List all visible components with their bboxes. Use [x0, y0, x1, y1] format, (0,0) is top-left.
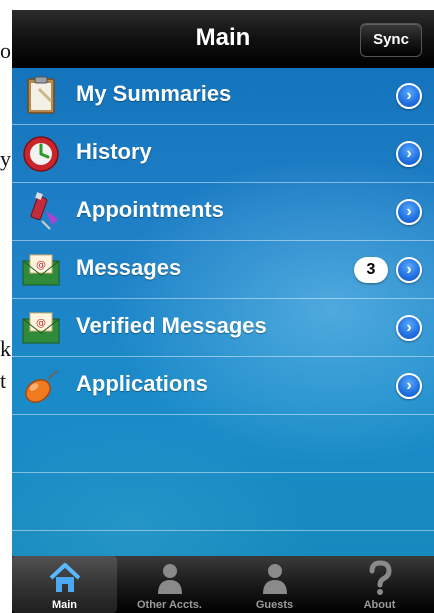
question-icon	[369, 560, 392, 595]
tab-about[interactable]: About	[327, 556, 432, 613]
background-text-char: o	[0, 38, 11, 63]
clock-icon	[23, 136, 59, 172]
background-text-char: k	[0, 336, 11, 361]
tab-bar: Main Other Accts. Guests About	[12, 556, 434, 613]
tab-label: Guests	[255, 599, 294, 611]
empty-row	[12, 473, 434, 531]
chevron-right-icon[interactable]: ›	[396, 199, 422, 225]
menu-item-history[interactable]: History ›	[12, 125, 434, 183]
tab-guests[interactable]: Guests	[222, 556, 327, 613]
tab-other-accounts[interactable]: Other Accts.	[117, 556, 222, 613]
menu-item-applications[interactable]: Applications ›	[12, 357, 434, 415]
menu-item-label: Applications	[76, 371, 209, 396]
main-menu-list: My Summaries › History › Appointments ›	[12, 67, 434, 531]
menu-item-label: Messages	[76, 255, 182, 280]
chevron-right-icon[interactable]: ›	[396, 373, 422, 399]
tab-label: Other Accts.	[136, 599, 202, 611]
envelope-icon: @	[22, 312, 60, 344]
menu-item-my-summaries[interactable]: My Summaries ›	[12, 67, 434, 125]
mouse-icon	[25, 370, 59, 403]
background-text-char: t	[0, 368, 7, 393]
person-icon	[263, 564, 287, 594]
menu-item-appointments[interactable]: Appointments ›	[12, 183, 434, 241]
unread-count-badge: 3	[354, 257, 388, 283]
chevron-right-icon[interactable]: ›	[396, 257, 422, 283]
navigation-bar: Main Sync	[12, 10, 434, 68]
app-screen: Main Sync My Summaries › History › Appoi…	[12, 10, 434, 613]
chevron-right-icon[interactable]: ›	[396, 83, 422, 109]
empty-row	[12, 415, 434, 473]
menu-item-messages[interactable]: @ Messages 3 ›	[12, 241, 434, 299]
tab-label: About	[363, 599, 396, 611]
syringe-icon	[30, 192, 58, 230]
menu-item-label: History	[76, 139, 152, 164]
menu-item-label: Appointments	[76, 197, 224, 222]
home-icon	[49, 563, 81, 592]
chevron-right-icon[interactable]: ›	[396, 141, 422, 167]
envelope-icon: @	[22, 254, 60, 286]
svg-text:@: @	[36, 318, 46, 329]
tab-label: Main	[51, 599, 78, 611]
sync-button[interactable]: Sync	[360, 23, 422, 57]
clipboard-icon	[27, 76, 55, 114]
person-icon	[158, 564, 182, 594]
chevron-right-icon[interactable]: ›	[396, 315, 422, 341]
menu-item-verified-messages[interactable]: @ Verified Messages ›	[12, 299, 434, 357]
background-text-char: y	[0, 146, 11, 171]
tab-main[interactable]: Main	[12, 556, 117, 613]
menu-item-label: Verified Messages	[76, 313, 267, 338]
svg-text:@: @	[36, 260, 46, 271]
menu-item-label: My Summaries	[76, 81, 232, 106]
